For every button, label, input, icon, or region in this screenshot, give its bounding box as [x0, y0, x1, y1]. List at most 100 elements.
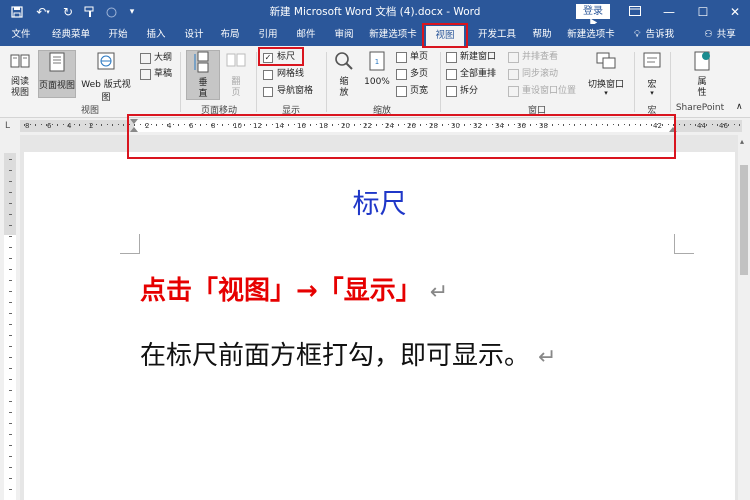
tell-me-box[interactable]: 💡︎ 告诉我 [626, 24, 682, 46]
ruler-tick [101, 124, 102, 126]
customize-qat-icon[interactable]: ▾ [126, 3, 138, 21]
side-by-side-button[interactable]: 并排查看 [508, 50, 558, 65]
multiple-pages-button[interactable]: 多页 [396, 67, 428, 82]
document-body-line[interactable]: 在标尺前面方框打勾，即可显示。 ↵ [140, 335, 556, 372]
tab-home[interactable]: 开始 [102, 24, 134, 46]
zoom-button[interactable]: 缩放 [330, 50, 358, 99]
ruler-tick [84, 124, 86, 125]
ruler-tick [29, 124, 31, 125]
macros-button[interactable]: 宏 ▾ [638, 50, 666, 97]
nav-pane-checkbox[interactable]: 导航窗格 [263, 84, 313, 99]
page-width-button[interactable]: 页宽 [396, 84, 428, 99]
sync-scroll-button[interactable]: 同步滚动 [508, 67, 558, 82]
scroll-up-icon[interactable]: ▴ [740, 137, 744, 146]
tab-design[interactable]: 设计 [178, 24, 210, 46]
tab-references[interactable]: 引用 [252, 24, 284, 46]
scrollbar-thumb[interactable] [740, 165, 748, 275]
sharepoint-properties-icon [694, 51, 710, 71]
tab-file[interactable]: 文件 [4, 24, 38, 46]
vruler-tick [9, 192, 12, 193]
maximize-icon[interactable]: ☐ [686, 0, 720, 24]
ruler-tick [678, 124, 680, 125]
vruler-tick [9, 489, 12, 490]
read-mode-button[interactable]: 阅读视图 [4, 50, 36, 99]
arrange-all-icon [446, 69, 457, 80]
paragraph-mark: ↵ [429, 280, 449, 305]
new-window-button[interactable]: 新建窗口 [446, 50, 496, 65]
paragraph-mark: ↵ [538, 345, 557, 370]
properties-button[interactable]: 属性 [682, 50, 722, 99]
vruler-tick [9, 390, 12, 391]
switch-windows-button[interactable]: 切换窗口 ▾ [584, 50, 628, 97]
tab-help[interactable]: 帮助 [526, 24, 558, 46]
ruler-tick [739, 124, 740, 126]
vertical-scrollbar[interactable]: ▴ [738, 135, 750, 500]
reset-window-button[interactable]: 重设窗口位置 [508, 84, 576, 99]
collapse-ribbon-icon[interactable]: ∧ [736, 102, 743, 112]
new-window-label: 新建窗口 [460, 52, 497, 62]
tab-insert[interactable]: 插入 [140, 24, 172, 46]
tab-developer[interactable]: 开发工具 [470, 24, 524, 46]
multiple-pages-label: 多页 [410, 69, 429, 79]
share-button[interactable]: ⚇ 共享 [698, 24, 742, 46]
tab-selector-icon[interactable]: L [5, 121, 15, 131]
nav-pane-check-icon[interactable] [263, 86, 273, 97]
outline-button[interactable]: 大纲 [140, 51, 172, 66]
gridlines-checkbox[interactable]: 网格线 [263, 67, 304, 82]
vruler-tick [9, 258, 12, 259]
one-page-button[interactable]: 单页 [396, 50, 428, 65]
document-area[interactable]: 标尺 点击「视图」→「显示」 ↵ 在标尺前面方框打勾，即可显示。 ↵ [20, 135, 738, 500]
undo-icon[interactable]: ↶ ▾ [32, 3, 54, 21]
ruler-tick [57, 124, 58, 126]
tab-new-tab-2[interactable]: 新建选项卡 [562, 24, 620, 46]
document-heading[interactable]: 标尺 [24, 182, 735, 221]
minimize-icon[interactable]: — [652, 0, 686, 24]
format-painter-icon[interactable] [82, 3, 98, 21]
highlight-ruler-checkbox [258, 47, 304, 66]
web-layout-button[interactable]: Web 版式视图 [78, 50, 134, 103]
draft-label: 草稿 [154, 69, 173, 79]
web-layout-label: Web 版式视图 [81, 80, 131, 103]
vruler-tick [9, 478, 12, 479]
vruler-tick [9, 313, 12, 314]
group-separator [180, 52, 181, 112]
vruler-tick [9, 269, 12, 270]
zoom-100-button[interactable]: 1 100% [360, 50, 394, 87]
vruler-tick [9, 434, 12, 435]
tab-new-tab-1[interactable]: 新建选项卡 [364, 24, 422, 46]
arrange-all-button[interactable]: 全部重排 [446, 67, 496, 82]
close-icon[interactable]: ✕ [718, 0, 750, 24]
ruler-tick [733, 124, 735, 125]
redo-icon[interactable]: ↻ [60, 3, 76, 21]
share-label: 共享 [716, 29, 736, 40]
ribbon-display-options-icon[interactable] [618, 0, 652, 24]
save-icon[interactable] [8, 3, 26, 21]
tab-mailings[interactable]: 邮件 [290, 24, 322, 46]
tab-classic-menu[interactable]: 经典菜单 [44, 24, 98, 46]
document-instruction-line[interactable]: 点击「视图」→「显示」 ↵ [140, 270, 448, 307]
gridlines-check-icon[interactable] [263, 69, 273, 80]
vruler-tick [9, 214, 12, 215]
group-separator [670, 52, 671, 112]
draft-button[interactable]: 草稿 [140, 67, 172, 82]
circle-icon[interactable] [104, 3, 118, 21]
zoom-100-label: 100% [364, 77, 390, 87]
group-separator [326, 52, 327, 112]
document-page[interactable]: 标尺 点击「视图」→「显示」 ↵ 在标尺前面方框打勾，即可显示。 ↵ [24, 152, 735, 500]
vertical-ruler[interactable] [0, 135, 20, 500]
vertical-button[interactable]: 垂直 [186, 50, 220, 100]
svg-text:1: 1 [375, 58, 379, 66]
vruler-tick [9, 357, 12, 358]
outline-icon [140, 53, 151, 64]
print-layout-button[interactable]: 页面视图 [38, 50, 76, 98]
tab-layout[interactable]: 布局 [214, 24, 246, 46]
split-button[interactable]: 拆分 [446, 84, 478, 99]
ruler-number: 44 [697, 122, 706, 130]
tab-review[interactable]: 审阅 [328, 24, 360, 46]
globe-page-icon [97, 52, 115, 70]
vruler-tick [9, 412, 12, 413]
ruler-number: 8 [25, 122, 30, 130]
reset-window-icon [508, 86, 519, 97]
tell-me-label: 告诉我 [645, 29, 675, 40]
side-to-side-button[interactable]: 翻页 [222, 50, 250, 99]
